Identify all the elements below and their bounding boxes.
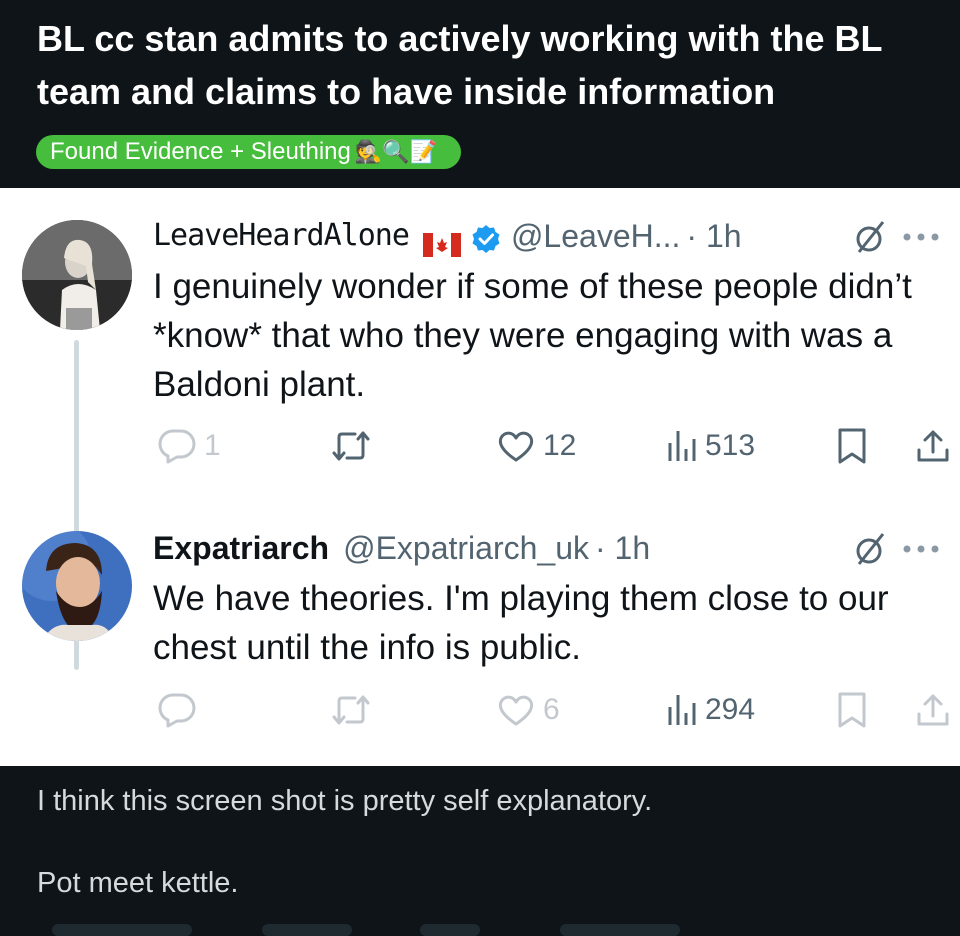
post-body-paragraph: I think this screen shot is pretty self … [37, 785, 653, 817]
view-count: 294 [705, 693, 756, 726]
views-bar-chart-icon [668, 695, 696, 725]
views-button[interactable]: 294 [667, 685, 755, 735]
like-count: 12 [543, 429, 577, 462]
heart-icon [498, 695, 534, 726]
share-button[interactable] [916, 685, 950, 735]
bookmark-icon [838, 692, 866, 728]
verified-badge-icon [471, 221, 501, 253]
retweet-icon [332, 431, 370, 461]
bearded-man-avatar [22, 531, 132, 641]
reply-icon [158, 693, 196, 728]
tweet-2-handle[interactable]: @Expatriarch_uk [343, 526, 589, 570]
bottom-action-pill[interactable] [52, 924, 192, 936]
post-body: I think this screen shot is pretty self … [37, 780, 652, 904]
share-icon [917, 694, 949, 726]
bookmark-button[interactable] [836, 685, 868, 735]
like-count: 6 [543, 693, 560, 726]
like-button[interactable]: 12 [497, 421, 576, 471]
grok-icon[interactable] [855, 218, 887, 256]
tweet-1-header: LeaveHeardAlone @LeaveH... · 1h [153, 214, 742, 258]
bottom-action-pill[interactable] [560, 924, 680, 936]
post-title[interactable]: BL cc stan admits to actively working wi… [37, 12, 937, 118]
share-icon [917, 430, 949, 462]
tweet-1-time: · 1h [686, 218, 742, 254]
tweet-1-header-right [855, 218, 941, 256]
bottom-action-pill[interactable] [420, 924, 480, 936]
bottom-action-pill[interactable] [262, 924, 352, 936]
flair-label: Found Evidence + Sleuthing [50, 138, 351, 165]
tweet-2-actions: 6 294 [0, 685, 960, 735]
woman-photo-avatar [22, 220, 132, 330]
like-button[interactable]: 6 [497, 685, 560, 735]
retweet-button[interactable] [331, 685, 371, 735]
share-button[interactable] [916, 421, 950, 471]
reply-count: 1 [204, 429, 221, 462]
flair-badge[interactable]: Found Evidence + Sleuthing 🕵️🔍📝 [36, 135, 462, 169]
view-count: 513 [705, 429, 756, 462]
tweet-2-display-name[interactable]: Expatriarch [153, 526, 329, 570]
canada-flag-icon [422, 224, 461, 257]
flair-emojis: 🕵️🔍📝 [354, 139, 438, 164]
tweet-1-actions: 1 12 513 [0, 421, 960, 471]
tweet-2-header-right [855, 530, 941, 568]
views-bar-chart-icon [668, 431, 696, 461]
retweet-button[interactable] [331, 421, 371, 471]
post-body-paragraph: Pot meet kettle. [37, 867, 239, 899]
bookmark-button[interactable] [836, 421, 868, 471]
more-options-icon[interactable] [901, 232, 941, 242]
reply-button[interactable] [158, 685, 196, 735]
tweet-2-header: Expatriarch @Expatriarch_uk · 1h [153, 526, 650, 570]
reply-button[interactable]: 1 [158, 421, 221, 471]
bookmark-icon [838, 428, 866, 464]
tweet-1-display-name[interactable]: LeaveHeardAlone [153, 214, 410, 258]
post-header: BL cc stan admits to actively working wi… [0, 0, 960, 188]
tweet-screenshot: LeaveHeardAlone @LeaveH... · 1h I genuin… [0, 188, 960, 766]
tweet-1-handle[interactable]: @LeaveH... [511, 214, 680, 258]
tweet-2-time: · 1h [595, 530, 651, 566]
grok-icon[interactable] [855, 530, 887, 568]
tweet-1-text: I genuinely wonder if some of these peop… [153, 267, 912, 404]
views-button[interactable]: 513 [667, 421, 755, 471]
reply-icon [158, 429, 196, 464]
tweet-2-text: We have theories. I'm playing them close… [153, 579, 889, 667]
heart-icon [498, 431, 534, 462]
retweet-icon [332, 695, 370, 725]
more-options-icon[interactable] [901, 544, 941, 554]
